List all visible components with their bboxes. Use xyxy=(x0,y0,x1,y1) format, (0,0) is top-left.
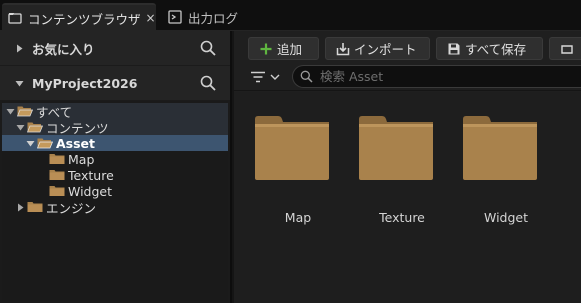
tree-item-map[interactable]: Map xyxy=(2,151,228,167)
add-label: 追加 xyxy=(277,42,303,57)
tab-content-browser[interactable]: コンテンツブラウザ × xyxy=(2,3,156,31)
close-icon[interactable]: × xyxy=(146,11,156,25)
tab-output-log[interactable]: 出力ログ xyxy=(162,3,282,31)
content-browser-icon xyxy=(8,13,22,24)
tree-item-asset[interactable]: Asset xyxy=(2,135,228,151)
tree-item-label: Widget xyxy=(68,183,113,199)
plus-icon xyxy=(260,43,272,54)
folder-icon xyxy=(463,116,537,180)
tree-item-all[interactable]: すべて xyxy=(2,103,228,120)
asset-view-panel: 追加 インポート すべて保存 検索 Asset Map Texture Widg… xyxy=(234,31,581,303)
filter-dropdown[interactable] xyxy=(250,68,284,86)
chevron-down-icon[interactable] xyxy=(26,139,35,148)
search-icon xyxy=(300,70,313,83)
tab-label: コンテンツブラウザ xyxy=(28,11,141,27)
tree-item-label: Map xyxy=(68,151,95,167)
import-button[interactable]: インポート xyxy=(325,37,430,60)
search-icon[interactable] xyxy=(200,40,216,56)
search-input[interactable] xyxy=(320,69,560,84)
search-icon[interactable] xyxy=(200,75,216,91)
project-label: MyProject2026 xyxy=(32,75,138,91)
filter-icon xyxy=(251,71,265,83)
tab-label: 出力ログ xyxy=(188,10,239,26)
open-folder-icon xyxy=(37,138,53,149)
chevron-down-icon xyxy=(15,80,24,86)
tree-item-label: Texture xyxy=(68,167,114,183)
blueprint-icon xyxy=(561,44,573,54)
asset-tile-label: Map xyxy=(284,210,312,225)
favorites-label: お気に入り xyxy=(32,41,95,57)
folder-icon xyxy=(359,116,433,180)
tree-item-label: コンテンツ xyxy=(46,120,109,136)
tree-item-label: Asset xyxy=(56,135,96,151)
add-button[interactable]: 追加 xyxy=(248,37,319,60)
folder-icon xyxy=(49,154,65,164)
save-icon xyxy=(448,43,460,54)
folder-icon xyxy=(49,170,65,180)
chevron-down-icon[interactable] xyxy=(6,107,15,116)
save-all-label: すべて保存 xyxy=(465,42,527,57)
open-folder-icon xyxy=(17,106,33,117)
tab-bar: コンテンツブラウザ × 出力ログ xyxy=(0,0,581,31)
asset-tile-texture[interactable]: Texture xyxy=(350,114,440,225)
tree-item-texture[interactable]: Texture xyxy=(2,167,228,183)
folder-icon xyxy=(49,186,65,196)
tree-item-label: エンジン xyxy=(46,200,97,216)
tree-item-widget[interactable]: Widget xyxy=(2,183,228,199)
asset-tile-widget[interactable]: Widget xyxy=(454,114,544,225)
asset-tile-label: Widget xyxy=(483,210,529,225)
project-section-header[interactable]: MyProject2026 xyxy=(0,66,230,100)
search-box[interactable] xyxy=(292,65,581,88)
folder-icon xyxy=(255,116,329,180)
toolbar: 追加 インポート すべて保存 xyxy=(234,31,581,91)
chevron-down-icon[interactable] xyxy=(16,123,25,132)
asset-tile-map[interactable]: Map xyxy=(246,114,336,225)
more-button[interactable] xyxy=(549,37,581,60)
tree-item-engine[interactable]: エンジン xyxy=(2,199,228,216)
asset-tile-label: Texture xyxy=(379,210,425,225)
tree-item-content[interactable]: コンテンツ xyxy=(2,119,228,136)
output-log-icon xyxy=(168,10,182,24)
import-icon xyxy=(336,42,350,55)
sources-panel: お気に入り MyProject2026 すべて コンテンツ Asset Map … xyxy=(0,31,232,303)
chevron-right-icon[interactable] xyxy=(16,203,25,212)
save-all-button[interactable]: すべて保存 xyxy=(436,37,543,60)
chevron-down-icon xyxy=(270,74,280,80)
asset-grid: Map Texture Widget xyxy=(234,92,581,303)
import-label: インポート xyxy=(354,42,417,57)
folder-tree: すべて コンテンツ Asset Map Texture Widget エンジン xyxy=(2,101,228,301)
favorites-section-header[interactable]: お気に入り xyxy=(0,31,230,65)
folder-icon xyxy=(27,202,43,212)
chevron-right-icon xyxy=(17,44,23,52)
open-folder-icon xyxy=(27,122,43,133)
